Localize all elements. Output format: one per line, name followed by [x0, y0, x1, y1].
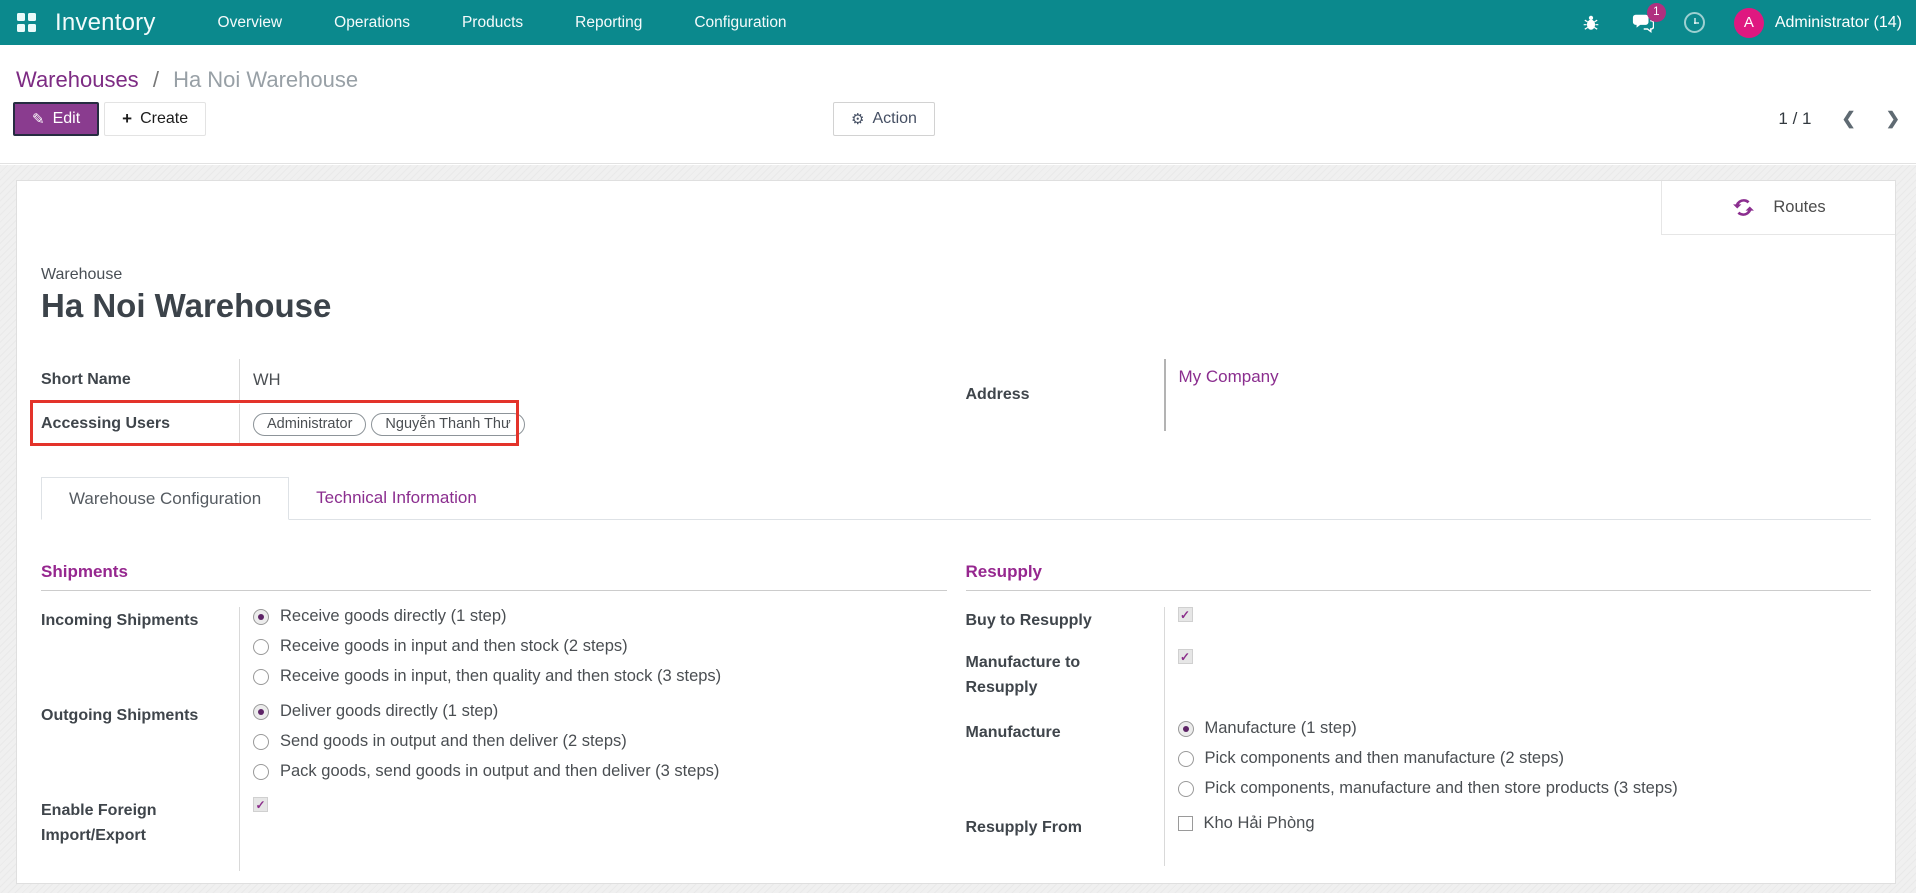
edit-button[interactable]: ✎ Edit	[13, 102, 99, 136]
option-label: Manufacture (1 step)	[1205, 719, 1357, 738]
menu-operations[interactable]: Operations	[334, 14, 410, 32]
tab-warehouse-configuration[interactable]: Warehouse Configuration	[41, 477, 289, 520]
radio-outgoing-1step[interactable]	[253, 704, 269, 720]
option-label: Receive goods in input and then stock (2…	[280, 637, 628, 656]
accessing-users-tags: Administrator Nguyễn Thanh Thư	[253, 413, 525, 436]
breadcrumb: Warehouses / Ha Noi Warehouse	[16, 67, 358, 93]
short-name-row: Short Name WH	[41, 359, 947, 401]
radio-manufacture-2steps[interactable]	[1178, 751, 1194, 767]
checkbox-manufacture-to-resupply[interactable]	[1178, 649, 1193, 664]
foreign-import-export-row: Enable Foreign Import/Export	[41, 797, 947, 871]
control-panel: Warehouses / Ha Noi Warehouse ✎ Edit + C…	[0, 45, 1916, 164]
breadcrumb-separator: /	[153, 67, 159, 92]
resupply-section: Resupply Buy to Resupply Manufacture to …	[966, 562, 1872, 871]
gear-icon: ⚙	[851, 110, 864, 128]
content-area: Routes Warehouse Ha Noi Warehouse Short …	[0, 165, 1916, 893]
create-button[interactable]: + Create	[104, 102, 206, 136]
address-row: Address My Company	[966, 359, 1872, 431]
radio-outgoing-2steps[interactable]	[253, 734, 269, 750]
user-avatar: A	[1734, 8, 1764, 38]
app-name[interactable]: Inventory	[55, 9, 156, 37]
left-field-group: Short Name WH Accessing Users Administra…	[41, 359, 947, 447]
page-title: Ha Noi Warehouse	[41, 287, 1871, 325]
pager-count[interactable]: 1 / 1	[1778, 109, 1811, 129]
messages-icon[interactable]: 1	[1630, 10, 1656, 36]
main-menu: Overview Operations Products Reporting C…	[218, 14, 787, 32]
chevron-left-icon[interactable]: ❮	[1842, 109, 1856, 129]
checkbox-foreign-import-export[interactable]	[253, 797, 268, 812]
option-label: Pick components and then manufacture (2 …	[1205, 749, 1565, 768]
shipments-title: Shipments	[41, 562, 947, 591]
user-tag: Administrator	[253, 413, 366, 436]
radio-incoming-2steps[interactable]	[253, 639, 269, 655]
radio-incoming-1step[interactable]	[253, 609, 269, 625]
resupply-from-row: Resupply From Kho Hải Phòng	[966, 814, 1872, 866]
shipments-section: Shipments Incoming Shipments Receive goo…	[41, 562, 947, 871]
resupply-from-label: Resupply From	[966, 814, 1164, 866]
radio-manufacture-3steps[interactable]	[1178, 781, 1194, 797]
checkbox-buy-to-resupply[interactable]	[1178, 607, 1193, 622]
tab-technical-information[interactable]: Technical Information	[289, 477, 504, 520]
pencil-icon: ✎	[32, 110, 45, 128]
short-name-value: WH	[239, 359, 947, 401]
checkbox-resupply-from-kho-hai-phong[interactable]	[1178, 816, 1193, 831]
option-label: Pack goods, send goods in output and the…	[280, 762, 719, 781]
address-label: Address	[966, 383, 1164, 408]
accessing-users-row: Accessing Users Administrator Nguyễn Tha…	[41, 401, 947, 447]
accessing-users-label: Accessing Users	[41, 412, 239, 437]
warehouse-field-label: Warehouse	[41, 266, 1871, 284]
action-button[interactable]: ⚙ Action	[833, 102, 935, 136]
manufacture-row: Manufacture Manufacture (1 step) Pick co…	[966, 719, 1872, 814]
option-label: Receive goods in input, then quality and…	[280, 667, 721, 686]
outgoing-shipments-row: Outgoing Shipments Deliver goods directl…	[41, 702, 947, 797]
debug-bug-icon[interactable]	[1578, 10, 1604, 36]
warehouse-form-sheet: Routes Warehouse Ha Noi Warehouse Short …	[16, 180, 1896, 884]
menu-overview[interactable]: Overview	[218, 14, 283, 32]
user-tag: Nguyễn Thanh Thư	[371, 413, 524, 436]
chevron-right-icon[interactable]: ❯	[1886, 109, 1900, 129]
resupply-title: Resupply	[966, 562, 1872, 591]
foreign-import-export-label: Enable Foreign Import/Export	[41, 797, 239, 871]
routes-button[interactable]: Routes	[1661, 181, 1895, 235]
breadcrumb-current: Ha Noi Warehouse	[173, 67, 358, 92]
radio-manufacture-1step[interactable]	[1178, 721, 1194, 737]
user-name: Administrator (14)	[1775, 14, 1902, 32]
activities-clock-icon[interactable]	[1682, 10, 1708, 36]
apps-grid-icon[interactable]	[17, 13, 36, 32]
menu-products[interactable]: Products	[462, 14, 523, 32]
plus-icon: +	[122, 109, 132, 129]
radio-outgoing-3steps[interactable]	[253, 764, 269, 780]
short-name-label: Short Name	[41, 368, 239, 393]
manufacture-to-resupply-row: Manufacture to Resupply	[966, 649, 1872, 719]
message-count-badge: 1	[1647, 3, 1666, 22]
option-label: Deliver goods directly (1 step)	[280, 702, 498, 721]
option-label: Pick components, manufacture and then st…	[1205, 779, 1678, 798]
pager: 1 / 1 ❮ ❯	[1778, 102, 1900, 136]
menu-configuration[interactable]: Configuration	[694, 14, 786, 32]
buy-to-resupply-label: Buy to Resupply	[966, 607, 1164, 649]
manufacture-label: Manufacture	[966, 719, 1164, 814]
user-menu[interactable]: A Administrator (14)	[1734, 8, 1902, 38]
refresh-icon	[1731, 195, 1756, 220]
option-label: Receive goods directly (1 step)	[280, 607, 507, 626]
incoming-shipments-row: Incoming Shipments Receive goods directl…	[41, 607, 947, 702]
manufacture-to-resupply-label: Manufacture to Resupply	[966, 649, 1164, 719]
notebook-tabs: Warehouse Configuration Technical Inform…	[41, 477, 1871, 520]
routes-label: Routes	[1773, 198, 1825, 217]
radio-incoming-3steps[interactable]	[253, 669, 269, 685]
outgoing-shipments-label: Outgoing Shipments	[41, 702, 239, 797]
option-label: Kho Hải Phòng	[1204, 814, 1315, 833]
option-label: Send goods in output and then deliver (2…	[280, 732, 627, 751]
menu-reporting[interactable]: Reporting	[575, 14, 642, 32]
buy-to-resupply-row: Buy to Resupply	[966, 607, 1872, 649]
incoming-shipments-label: Incoming Shipments	[41, 607, 239, 702]
right-field-group: Address My Company	[966, 359, 1872, 447]
breadcrumb-warehouses[interactable]: Warehouses	[16, 67, 139, 92]
top-navbar: Inventory Overview Operations Products R…	[0, 0, 1916, 45]
address-company-link[interactable]: My Company	[1179, 367, 1279, 387]
